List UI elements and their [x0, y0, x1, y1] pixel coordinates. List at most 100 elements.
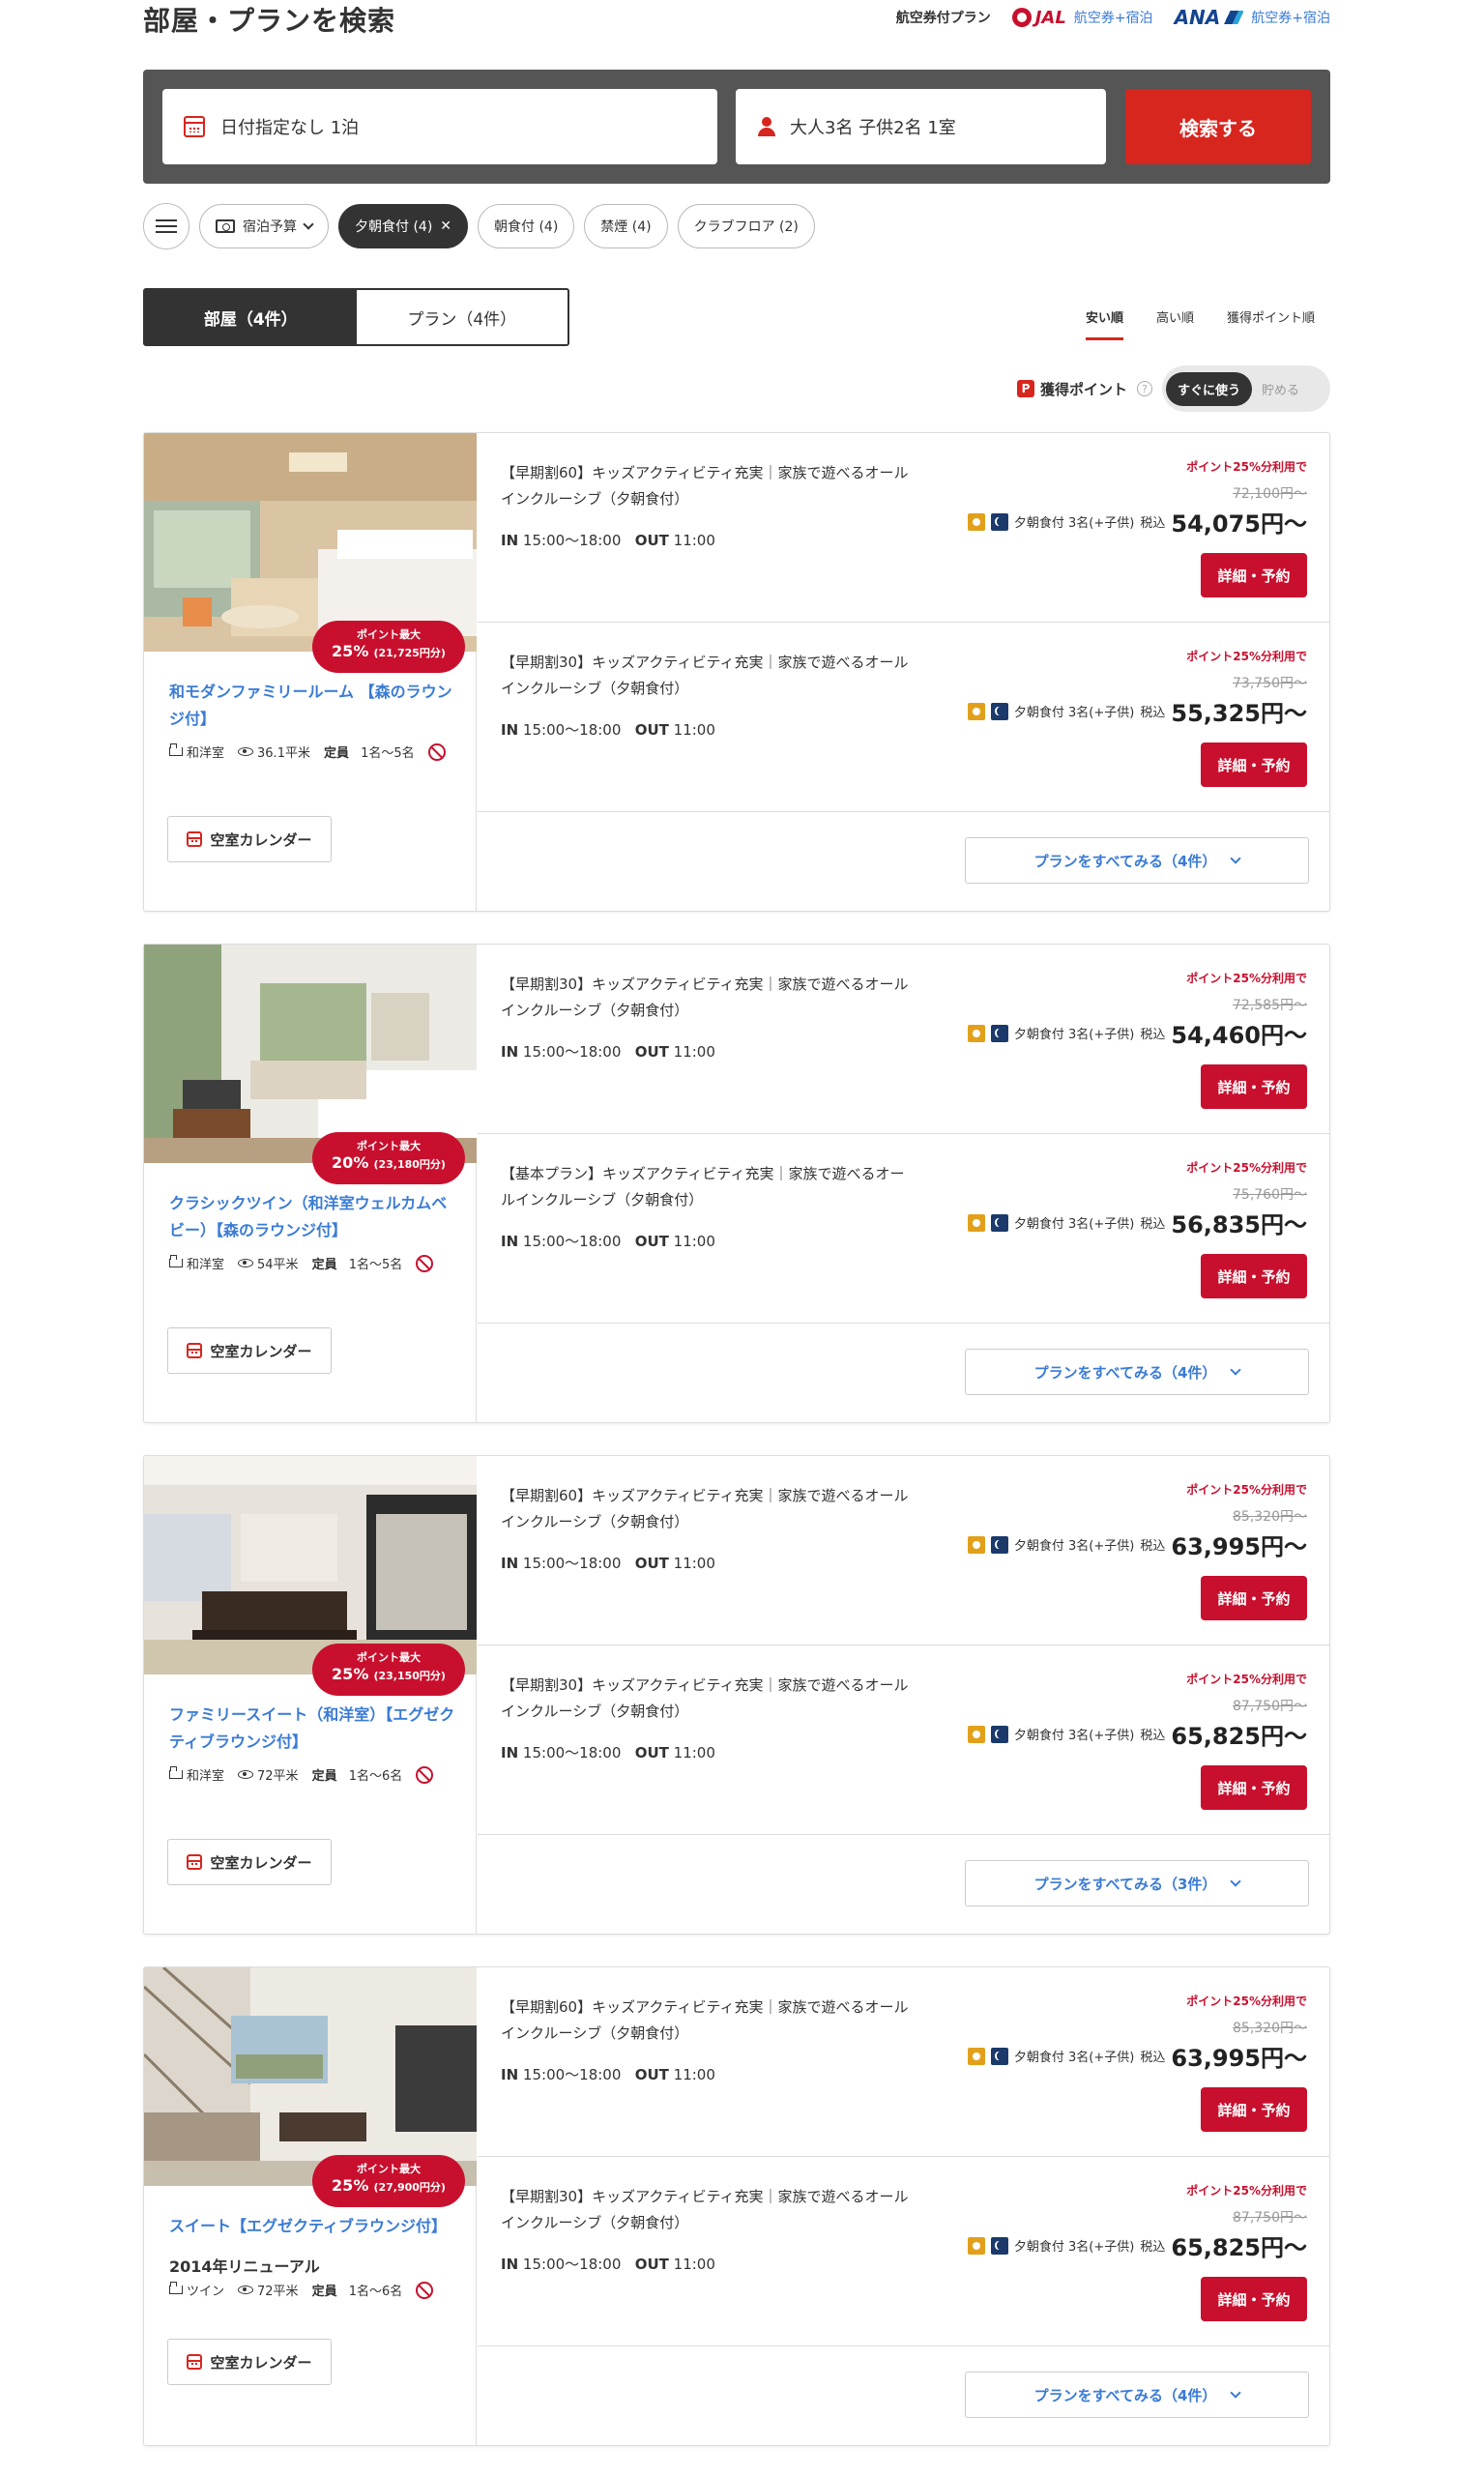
points-discount-note: ポイント25%分利用で	[1186, 2184, 1307, 2198]
bed-icon	[169, 1766, 183, 1779]
room-name[interactable]: スイート【エグゼクティブラウンジ付】	[169, 2213, 459, 2240]
air-plan-label: 航空券付プラン	[895, 11, 991, 26]
book-button[interactable]: 詳細・予約	[1201, 2277, 1307, 2321]
filter-chip-breakfast[interactable]: 朝食付 (4)	[478, 204, 575, 248]
breakfast-icon	[967, 512, 985, 531]
show-all-plans-button[interactable]: プランをすべてみる（3件）	[965, 1860, 1309, 1907]
guest-field[interactable]: 大人3名 子供2名 1室	[736, 89, 1106, 164]
vacancy-calendar-button[interactable]: 空室カレンダー	[167, 1327, 332, 1374]
plan-title[interactable]: 【早期割30】キッズアクティビティ充実｜家族で遊べるオールインクルーシブ（夕朝食…	[501, 650, 917, 702]
close-icon[interactable]: ✕	[440, 218, 451, 234]
room-specs: 和洋室 36.1平米 定員 1名〜5名	[169, 742, 469, 761]
checkin-checkout: IN 15:00〜18:00 OUT 11:00	[501, 1043, 715, 1061]
book-button[interactable]: 詳細・予約	[1201, 2087, 1307, 2132]
book-button[interactable]: 詳細・予約	[1201, 1576, 1307, 1620]
room-photo[interactable]	[144, 1456, 477, 1674]
price: 55,325円〜	[1171, 700, 1307, 727]
plan-title[interactable]: 【基本プラン】キッズアクティビティ充実｜家族で遊べるオールインクルーシブ（夕朝食…	[501, 1161, 917, 1213]
filter-chip-nonsmoking[interactable]: 禁煙 (4)	[584, 204, 668, 248]
plan-title[interactable]: 【早期割60】キッズアクティビティ充実｜家族で遊べるオールインクルーシブ（夕朝食…	[501, 460, 917, 512]
budget-chip-label: 宿泊予算	[243, 219, 297, 235]
room-photo[interactable]	[144, 1967, 477, 2186]
use-now-option[interactable]: すぐに使う	[1166, 371, 1253, 406]
meal-info: 夕朝食付 3名(+子供)	[1013, 1028, 1135, 1042]
tab-plans[interactable]: プラン（4件）	[357, 290, 568, 344]
money-icon	[216, 219, 235, 233]
dinner-icon	[990, 1725, 1008, 1743]
room-area: 72平米	[238, 2281, 299, 2299]
calendar-icon	[187, 1343, 203, 1358]
room-area: 72平米	[238, 1765, 299, 1784]
meal-info: 夕朝食付 3名(+子供)	[1013, 706, 1135, 720]
filter-chip-club-floor[interactable]: クラブフロア (2)	[677, 204, 815, 248]
tax-label: 税込	[1140, 1028, 1166, 1042]
capacity: 定員 1名〜5名	[323, 746, 415, 761]
tab-rooms[interactable]: 部屋（4件）	[145, 290, 357, 344]
show-all-plans-button[interactable]: プランをすべてみる（4件）	[965, 837, 1309, 884]
save-option[interactable]: 貯める	[1262, 380, 1299, 398]
show-all-plans-button[interactable]: プランをすべてみる（4件）	[965, 2372, 1309, 2418]
dinner-icon	[990, 2236, 1008, 2255]
price: 65,825円〜	[1171, 1723, 1307, 1750]
calendar-icon	[187, 2354, 203, 2370]
checkin-checkout: IN 15:00〜18:00 OUT 11:00	[501, 721, 715, 739]
bed-icon	[169, 1255, 183, 1267]
room-name[interactable]: クラシックツイン（和洋室ウェルカムベビー）【森のラウンジ付】	[169, 1190, 459, 1244]
ana-plan-link[interactable]: ANA 航空券+宿泊	[1175, 6, 1330, 29]
sort-cheap[interactable]: 安い順	[1085, 307, 1123, 340]
plan-title[interactable]: 【早期割30】キッズアクティビティ充実｜家族で遊べるオールインクルーシブ（夕朝食…	[501, 2184, 917, 2236]
plan-title[interactable]: 【早期割30】キッズアクティビティ充実｜家族で遊べるオールインクルーシブ（夕朝食…	[501, 1673, 917, 1725]
tax-label: 税込	[1140, 1539, 1166, 1554]
room-name[interactable]: 和モダンファミリールーム 【森のラウンジ付】	[169, 679, 459, 733]
points-discount-note: ポイント25%分利用で	[1186, 1673, 1307, 1686]
chevron-down-icon	[1230, 2387, 1242, 2399]
points-icon: P	[1016, 380, 1034, 397]
tax-label: 税込	[1140, 1217, 1166, 1232]
checkin-checkout: IN 15:00〜18:00 OUT 11:00	[501, 2066, 715, 2083]
points-discount-note: ポイント25%分利用で	[1186, 1995, 1307, 2008]
chevron-down-icon	[1230, 1364, 1242, 1376]
vacancy-calendar-button[interactable]: 空室カレンダー	[167, 1839, 332, 1885]
room-specs: ツイン 72平米 定員 1名〜6名	[169, 2281, 469, 2299]
date-value: 日付指定なし 1泊	[220, 118, 360, 138]
price: 54,075円〜	[1171, 510, 1307, 538]
budget-chip[interactable]: 宿泊予算	[199, 204, 329, 248]
price: 54,460円〜	[1171, 1022, 1307, 1049]
book-button[interactable]: 詳細・予約	[1201, 553, 1307, 597]
guest-value: 大人3名 子供2名 1室	[790, 118, 956, 138]
jal-plan-link[interactable]: JAL 航空券+宿泊	[1011, 8, 1153, 28]
plan-title[interactable]: 【早期割60】キッズアクティビティ充実｜家族で遊べるオールインクルーシブ（夕朝食…	[501, 1483, 917, 1535]
page: 部屋・プランを検索 航空券付プラン JAL 航空券+宿泊 ANA 航空券+宿泊 …	[143, 0, 1330, 2446]
filter-settings-button[interactable]	[143, 203, 189, 249]
price: 63,995円〜	[1171, 1533, 1307, 1560]
book-button[interactable]: 詳細・予約	[1201, 1064, 1307, 1109]
book-button[interactable]: 詳細・予約	[1201, 1254, 1307, 1298]
room-name[interactable]: ファミリースイート（和洋室）【エグゼクティブラウンジ付】	[169, 1702, 459, 1756]
dinner-icon	[990, 1535, 1008, 1554]
points-badge: ポイント最大 25% (27,900円分)	[312, 2155, 465, 2207]
help-icon[interactable]: ?	[1137, 381, 1152, 396]
room-photo[interactable]	[144, 433, 477, 652]
sort-expensive[interactable]: 高い順	[1156, 307, 1194, 340]
checkin-checkout: IN 15:00〜18:00 OUT 11:00	[501, 1744, 715, 1762]
room-photo[interactable]	[144, 945, 477, 1163]
vacancy-calendar-button[interactable]: 空室カレンダー	[167, 2339, 332, 2385]
price-row: 夕朝食付 3名(+子供) 税込 54,460円〜	[967, 1016, 1307, 1050]
book-button[interactable]: 詳細・予約	[1201, 1765, 1307, 1810]
plan-title[interactable]: 【早期割60】キッズアクティビティ充実｜家族で遊べるオールインクルーシブ（夕朝食…	[501, 1995, 917, 2047]
sort-points[interactable]: 獲得ポイント順	[1227, 307, 1315, 340]
plan-title[interactable]: 【早期割30】キッズアクティビティ充実｜家族で遊べるオールインクルーシブ（夕朝食…	[501, 972, 917, 1024]
jal-crane-icon	[1011, 8, 1032, 27]
book-button[interactable]: 詳細・予約	[1201, 742, 1307, 787]
vacancy-calendar-button[interactable]: 空室カレンダー	[167, 816, 332, 862]
filter-chip-dinner-breakfast[interactable]: 夕朝食付 (4) ✕	[338, 204, 469, 248]
breakfast-icon	[967, 702, 985, 720]
points-toggle[interactable]: すぐに使う 貯める	[1162, 365, 1330, 412]
date-field[interactable]: 日付指定なし 1泊	[162, 89, 717, 164]
show-all-plans-button[interactable]: プランをすべてみる（4件）	[965, 1349, 1309, 1395]
room-card: ポイント最大 25% (23,150円分) ファミリースイート（和洋室）【エグゼ…	[143, 1455, 1330, 1935]
original-price: 85,320円〜	[1233, 1509, 1307, 1525]
filter-chips: 宿泊予算 夕朝食付 (4) ✕ 朝食付 (4) 禁煙 (4) クラブフロア (2…	[143, 203, 815, 249]
search-button[interactable]: 検索する	[1125, 89, 1311, 164]
breakfast-icon	[967, 1725, 985, 1743]
